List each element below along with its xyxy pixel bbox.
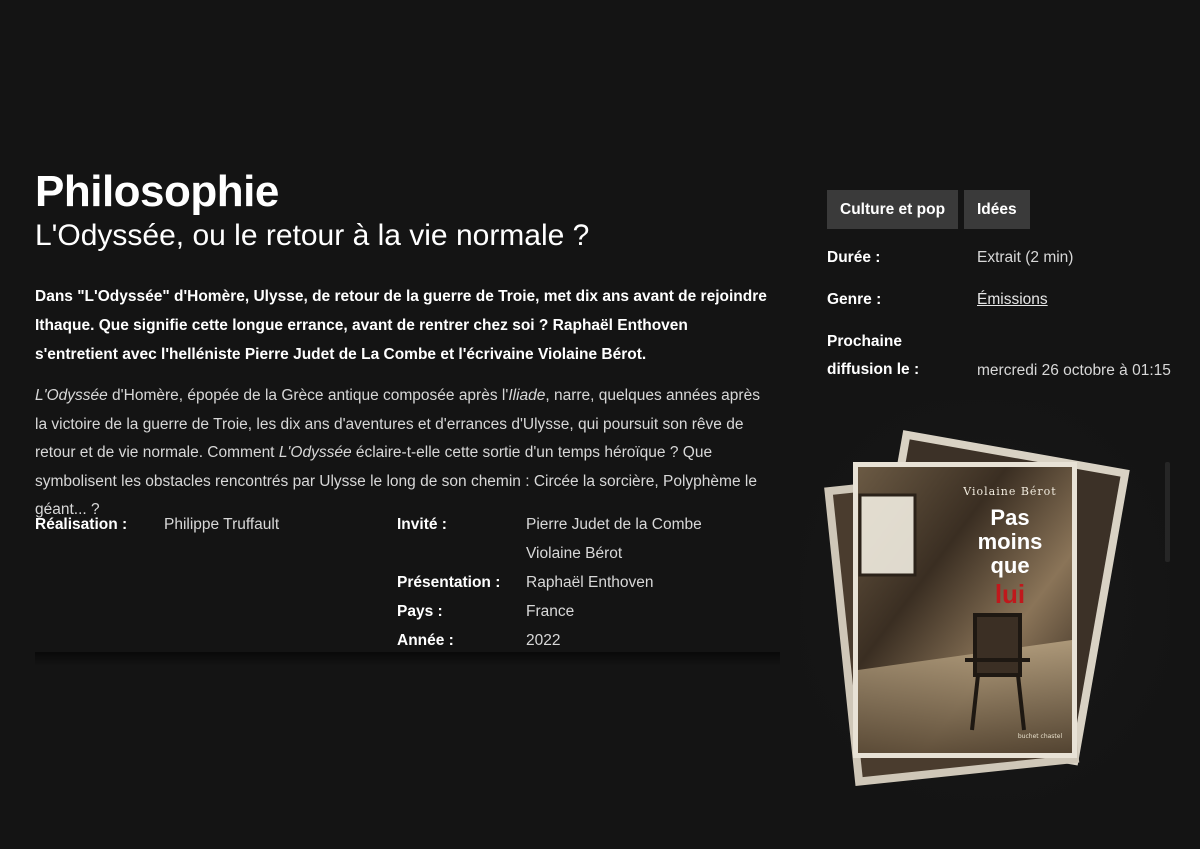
program-description: L'Odyssée d'Homère, épopée de la Grèce a…: [35, 382, 775, 525]
annee-label: Année :: [397, 632, 454, 649]
description-text: d'Homère, épopée de la Grèce antique com…: [107, 387, 509, 404]
cover-title-line2: moins: [978, 529, 1043, 554]
book-stack-illustration: Violaine Bérot Pas moins que lui buchet …: [800, 400, 1170, 800]
tag-idees[interactable]: Idées: [964, 190, 1030, 229]
pays-label: Pays :: [397, 603, 443, 620]
description-italic-title: Iliade: [508, 387, 546, 404]
program-title: Philosophie: [35, 167, 279, 216]
description-italic-title: L'Odyssée: [278, 444, 352, 461]
book-cover-image: Violaine Bérot Pas moins que lui buchet …: [800, 400, 1170, 800]
realisation-value: Philippe Truffault: [164, 516, 280, 533]
diffusion-value: mercredi 26 octobre à 01:15: [977, 362, 1171, 379]
cover-title-line3: que: [990, 553, 1029, 578]
section-divider: [35, 652, 780, 666]
program-lead: Dans "L'Odyssée" d'Homère, Ulysse, de re…: [35, 288, 767, 363]
presentation-value: Raphaël Enthoven: [526, 574, 654, 591]
duree-value: Extrait (2 min): [977, 249, 1074, 266]
cover-title-line1: Pas: [990, 505, 1029, 530]
genre-link[interactable]: Émissions: [977, 291, 1048, 308]
carousel-scrollbar[interactable]: [1165, 462, 1170, 562]
pays-value: France: [526, 603, 575, 620]
program-subtitle: L'Odyssée, ou le retour à la vie normale…: [35, 219, 590, 252]
invite-label: Invité :: [397, 516, 447, 533]
cover-title-line4: lui: [995, 579, 1025, 609]
genre-label: Genre :: [827, 291, 882, 308]
presentation-label: Présentation :: [397, 574, 501, 591]
diffusion-label: Prochaine diffusion le :: [827, 328, 919, 384]
duree-label: Durée :: [827, 249, 881, 266]
genre-value: Émissions: [977, 286, 1048, 314]
cover-publisher: buchet chastel: [1018, 733, 1063, 740]
program-page: Philosophie L'Odyssée, ou le retour à la…: [0, 0, 1200, 849]
diffusion-label-line2: diffusion le :: [827, 361, 920, 378]
annee-value: 2022: [526, 632, 561, 649]
tag-culture-et-pop[interactable]: Culture et pop: [827, 190, 959, 229]
invite-value-2: Violaine Bérot: [526, 545, 623, 562]
diffusion-label-line1: Prochaine: [827, 333, 902, 350]
cover-author: Violaine Bérot: [962, 485, 1056, 498]
realisation-label: Réalisation :: [35, 516, 128, 533]
description-italic-title: L'Odyssée: [35, 387, 108, 404]
invite-value-1: Pierre Judet de la Combe: [526, 516, 702, 533]
